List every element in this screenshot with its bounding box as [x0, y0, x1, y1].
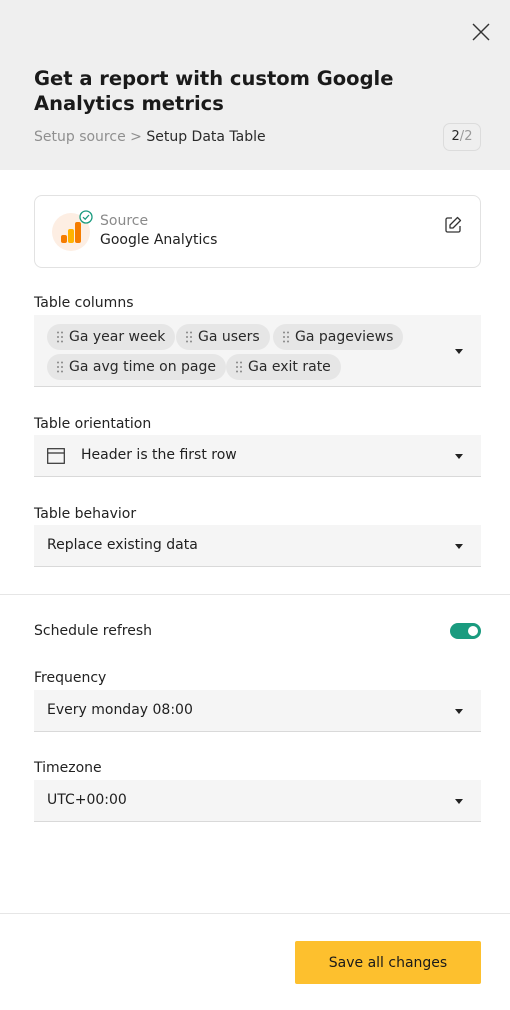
chevron-down-icon[interactable] — [455, 709, 463, 714]
column-chip[interactable]: Ga year week — [47, 324, 176, 350]
table-behavior-label: Table behavior — [34, 506, 137, 522]
drag-handle-icon[interactable] — [57, 361, 63, 373]
column-chip[interactable]: Ga avg time on page — [47, 354, 227, 380]
table-behavior-select[interactable]: Replace existing data — [34, 525, 481, 567]
chevron-down-icon[interactable] — [455, 799, 463, 804]
timezone-value: UTC+00:00 — [47, 792, 127, 808]
frequency-label: Frequency — [34, 670, 107, 686]
table-orientation-label: Table orientation — [34, 416, 152, 432]
chevron-down-icon[interactable] — [455, 349, 463, 354]
schedule-refresh-label: Schedule refresh — [34, 623, 153, 639]
timezone-select[interactable]: UTC+00:00 — [34, 780, 481, 822]
chevron-down-icon[interactable] — [455, 454, 463, 459]
column-chip-label: Ga year week — [69, 329, 166, 345]
step-total: 2 — [464, 129, 473, 144]
column-chip-label: Ga avg time on page — [69, 359, 217, 375]
chevron-down-icon[interactable] — [455, 544, 463, 549]
schedule-refresh-toggle[interactable] — [450, 623, 481, 639]
section-divider — [0, 594, 510, 595]
timezone-label: Timezone — [34, 760, 102, 776]
drag-handle-icon[interactable] — [57, 331, 63, 343]
source-label: Source — [100, 213, 149, 229]
table-columns-select[interactable]: Ga year week Ga users Ga pageviews Ga av… — [34, 315, 481, 387]
breadcrumb: Setup source > Setup Data Table — [34, 128, 266, 146]
step-current: 2 — [451, 129, 460, 144]
modal-header: Get a report with custom Google Analytic… — [0, 0, 510, 170]
step-indicator: 2/2 — [443, 123, 481, 151]
table-columns-label: Table columns — [34, 295, 134, 311]
column-chip-label: Ga pageviews — [295, 329, 394, 345]
page-title: Get a report with custom Google Analytic… — [34, 67, 394, 115]
source-name: Google Analytics — [100, 232, 218, 248]
table-orientation-value: Header is the first row — [81, 447, 237, 463]
breadcrumb-current: Setup Data Table — [146, 129, 266, 145]
breadcrumb-separator: > — [130, 129, 142, 145]
table-orientation-select[interactable]: Header is the first row — [34, 435, 481, 477]
edit-icon[interactable] — [443, 215, 463, 235]
check-circle-icon — [79, 210, 93, 224]
table-behavior-value: Replace existing data — [47, 537, 198, 553]
breadcrumb-setup-source[interactable]: Setup source — [34, 129, 126, 145]
column-chip-label: Ga exit rate — [248, 359, 331, 375]
column-chip[interactable]: Ga pageviews — [273, 324, 404, 350]
close-icon[interactable] — [470, 21, 492, 43]
frequency-select[interactable]: Every monday 08:00 — [34, 690, 481, 732]
footer-divider — [0, 913, 510, 914]
toggle-knob — [468, 626, 478, 636]
column-chip[interactable]: Ga exit rate — [226, 354, 341, 380]
save-all-changes-button[interactable]: Save all changes — [295, 941, 481, 984]
drag-handle-icon[interactable] — [236, 361, 242, 373]
drag-handle-icon[interactable] — [283, 331, 289, 343]
table-header-icon — [47, 448, 65, 464]
drag-handle-icon[interactable] — [186, 331, 192, 343]
source-card: Source Google Analytics — [34, 195, 481, 268]
column-chip[interactable]: Ga users — [176, 324, 270, 350]
column-chip-label: Ga users — [198, 329, 260, 345]
frequency-value: Every monday 08:00 — [47, 702, 193, 718]
